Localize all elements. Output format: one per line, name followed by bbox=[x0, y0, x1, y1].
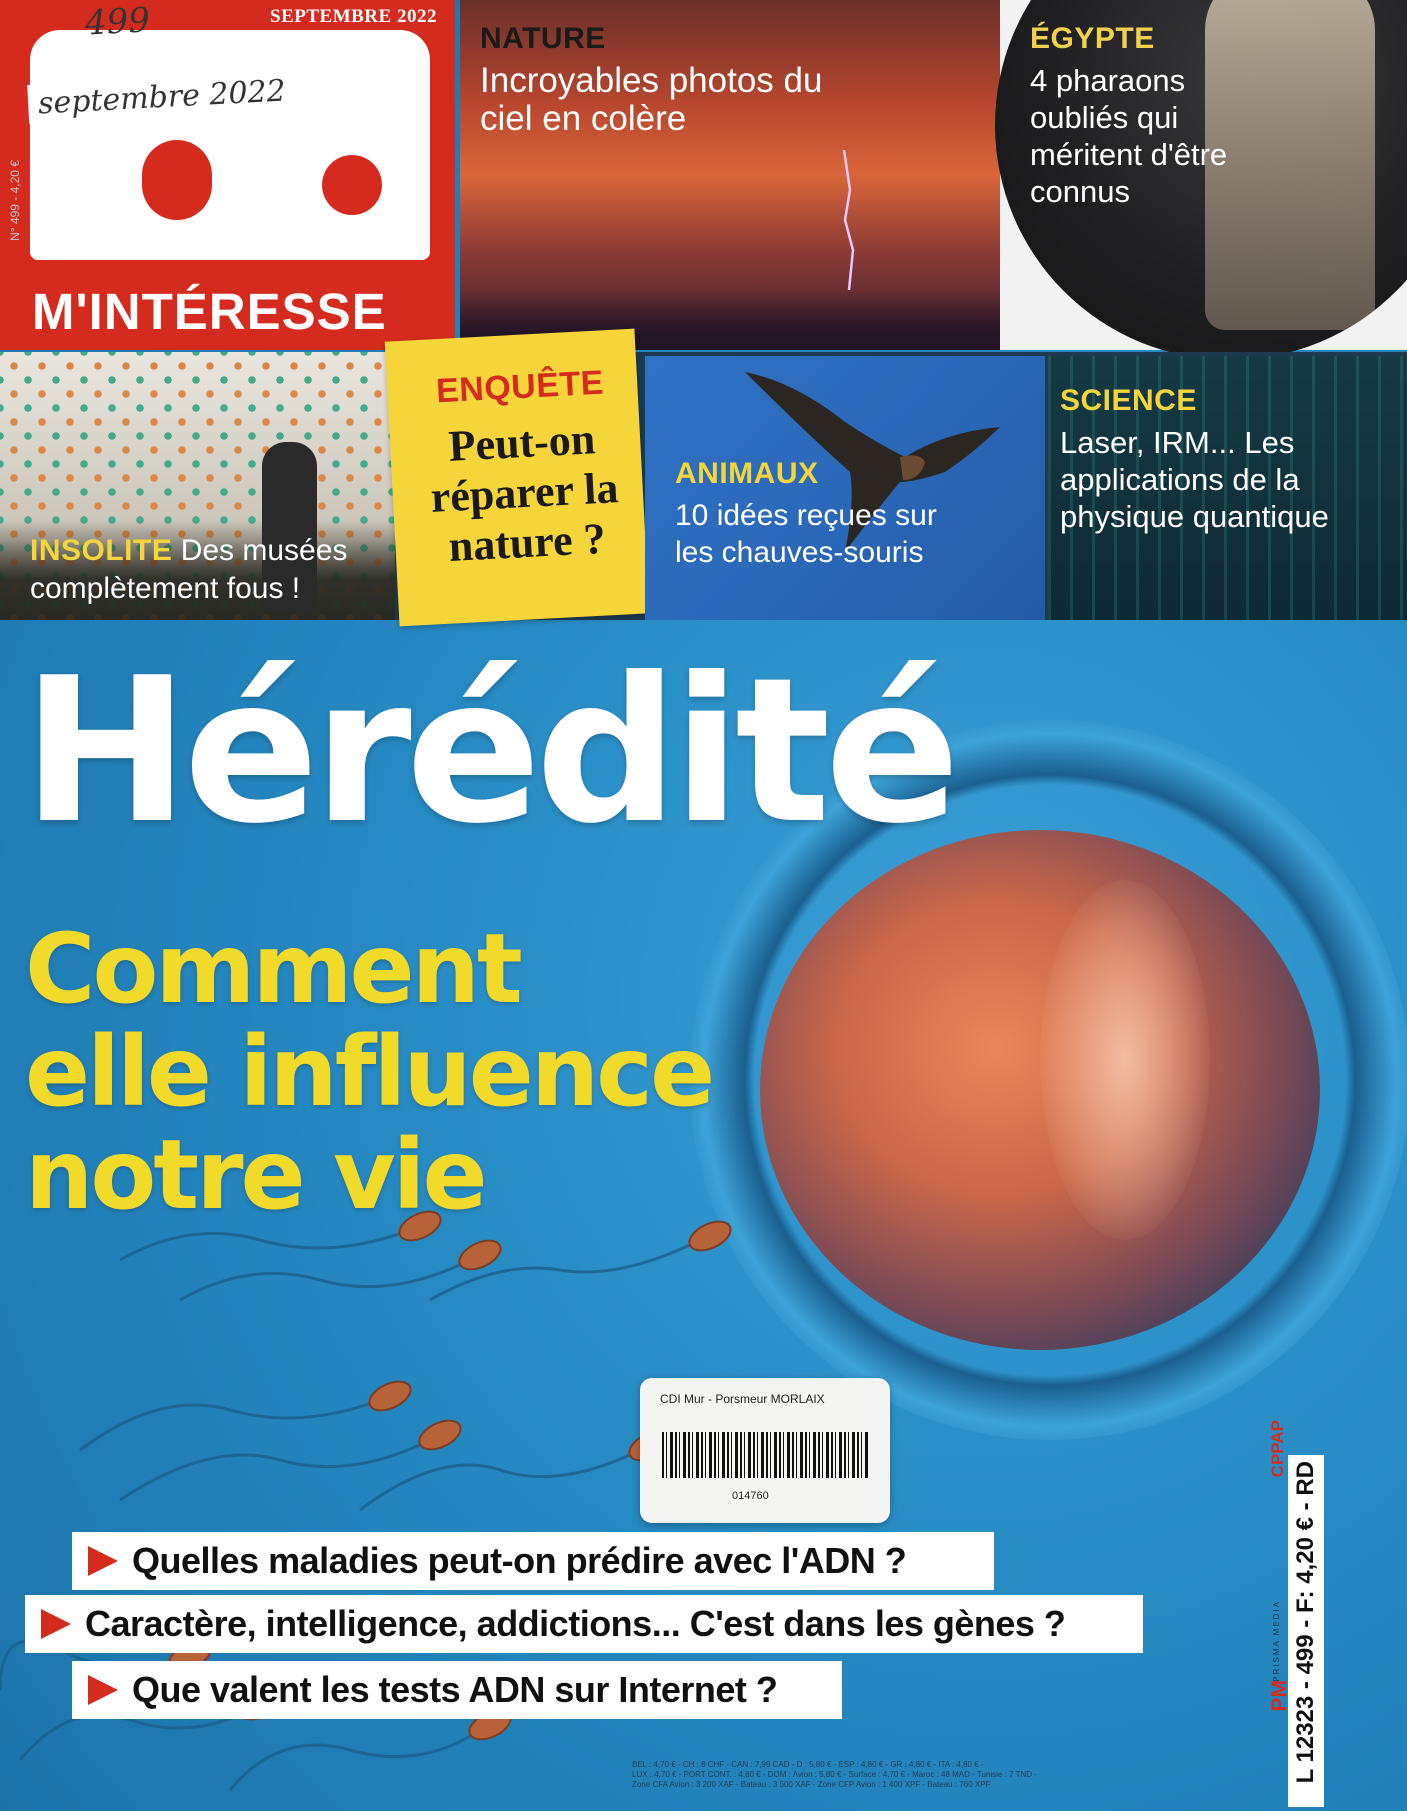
cover-subhead-line: Comment bbox=[25, 913, 523, 1025]
price-list: BEL : 4,70 € - CH : 8 CHF - CAN : 7,99 C… bbox=[632, 1760, 1242, 1790]
price-line: LUX : 4,70 € - PORT CONT. : 4,80 € - DOM… bbox=[632, 1770, 1037, 1779]
egypt-title: 4 pharaons oubliés qui méritent d'être c… bbox=[1030, 63, 1228, 209]
magazine-cover: SEPTEMBRE 2022 M'INTÉRESSE N° 499 - 4,20… bbox=[0, 0, 1407, 1811]
issue-date: SEPTEMBRE 2022 bbox=[270, 6, 437, 27]
egg-cell-glow bbox=[1040, 880, 1210, 1240]
insolite-kicker: INSOLITE bbox=[30, 534, 173, 567]
cover-subhead: Comment elle influence notre vie bbox=[25, 913, 715, 1231]
library-owner: CDI Mur - Porsmeur MORLAIX bbox=[660, 1392, 825, 1406]
triangle-bullet-icon bbox=[88, 1546, 118, 1576]
price-line: BEL : 4,70 € - CH : 8 CHF - CAN : 7,99 C… bbox=[632, 1760, 984, 1769]
triangle-bullet-icon bbox=[88, 1675, 118, 1705]
issue-number-price: N° 499 - 4,20 € bbox=[8, 160, 22, 241]
science-title: Laser, IRM... Les applications de la phy… bbox=[1060, 425, 1329, 534]
cover-bullet: Que valent les tests ADN sur Internet ? bbox=[72, 1661, 842, 1719]
retail-code: L 12323 - 499 - F: 4,20 € - RD bbox=[1288, 1455, 1324, 1807]
retail-code-text: L 12323 - 499 - F: 4,20 € - RD bbox=[1292, 1461, 1319, 1784]
cover-bullet-text: Que valent les tests ADN sur Internet ? bbox=[132, 1669, 778, 1710]
cover-bullet-text: Quelles maladies peut-on prédire avec l'… bbox=[132, 1540, 907, 1581]
animaux-kicker: ANIMAUX bbox=[675, 457, 819, 490]
lightning-bolt-icon bbox=[842, 150, 855, 290]
science-kicker: SCIENCE bbox=[1060, 384, 1197, 417]
publisher-name: PRISMA MEDIA bbox=[1272, 1600, 1281, 1682]
insolite-teaser: INSOLITE Des musées complètement fous ! bbox=[30, 532, 370, 608]
triangle-bullet-icon bbox=[41, 1609, 71, 1639]
cover-bullet: Quelles maladies peut-on prédire avec l'… bbox=[72, 1532, 994, 1590]
egypt-kicker: ÉGYPTE bbox=[1030, 22, 1155, 55]
price-line: Zone CFA Avion : 3 200 XAF - Bateau : 3 … bbox=[632, 1780, 991, 1789]
enquete-title: Peut-on réparer la nature ? bbox=[429, 414, 620, 572]
library-number: 014760 bbox=[732, 1490, 769, 1502]
cover-headline: Hérédité bbox=[22, 635, 960, 868]
animaux-title: 10 idées reçues sur les chauves-souris bbox=[675, 499, 937, 569]
cppap-mark: CPPAP bbox=[1268, 1420, 1287, 1478]
cover-bullet-text: Caractère, intelligence, addictions... C… bbox=[85, 1603, 1066, 1644]
cover-bullet: Caractère, intelligence, addictions... C… bbox=[25, 1595, 1143, 1653]
logo-wordmark: M'INTÉRESSE bbox=[32, 283, 387, 340]
barcode-icon bbox=[662, 1432, 868, 1478]
cover-subhead-line: elle influence bbox=[25, 1016, 715, 1128]
handwritten-issue-number: 499 bbox=[83, 0, 151, 44]
nature-kicker: NATURE bbox=[480, 22, 606, 55]
nature-title: Incroyables photos du ciel en colère bbox=[480, 61, 823, 138]
cover-subhead-line: notre vie bbox=[25, 1119, 488, 1231]
library-label: CDI Mur - Porsmeur MORLAIX 014760 bbox=[640, 1378, 890, 1523]
masthead: SEPTEMBRE 2022 M'INTÉRESSE N° 499 - 4,20… bbox=[0, 0, 455, 350]
